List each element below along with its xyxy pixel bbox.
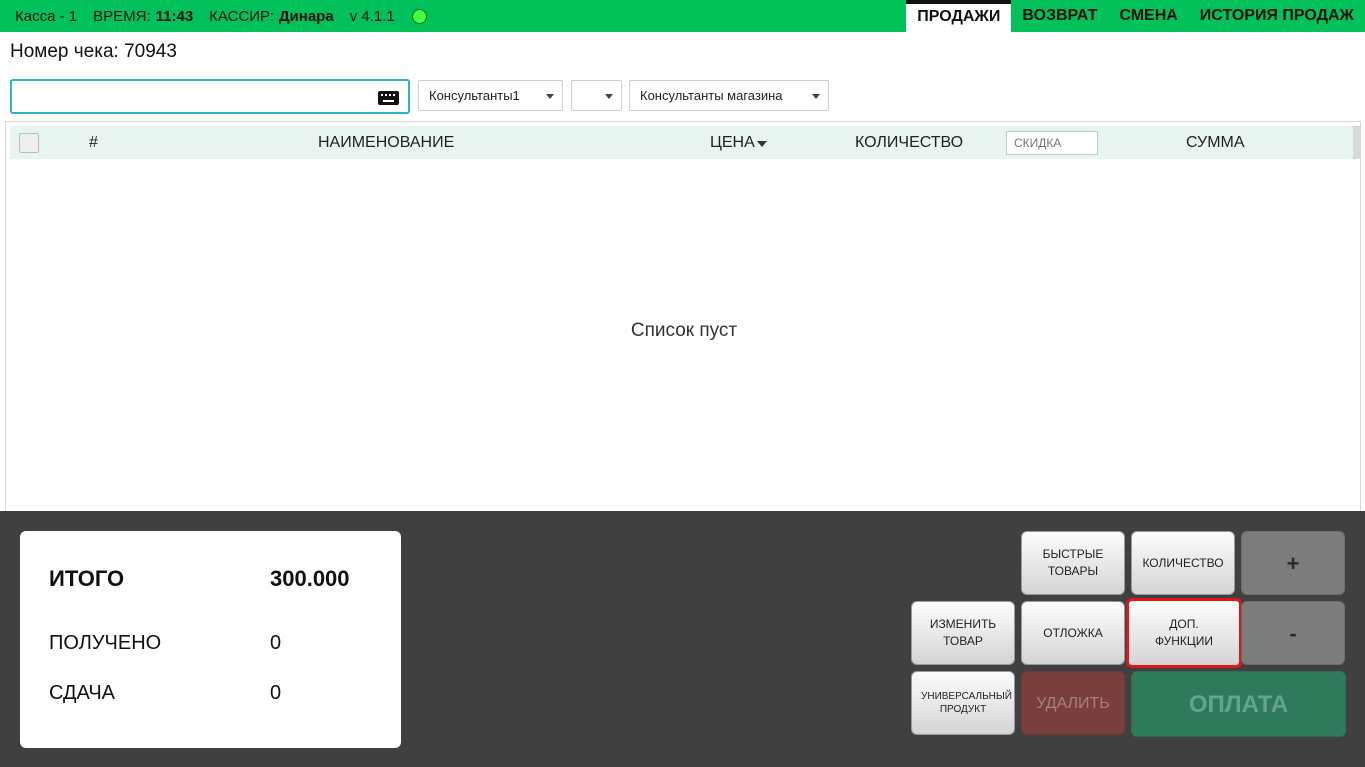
col-sum[interactable]: СУММА [1186,126,1245,159]
cashier-name: Динара [278,7,334,25]
plus-button[interactable]: + [1241,531,1345,595]
minus-button[interactable]: - [1241,601,1345,665]
quick-products-label: БЫСТРЫЕ ТОВАРЫ [1042,547,1104,578]
quick-products-button[interactable]: БЫСТРЫЕ ТОВАРЫ [1021,531,1125,595]
secondary-select[interactable] [571,80,622,111]
sort-down-icon [756,140,767,147]
col-quantity[interactable]: КОЛИЧЕСТВО [855,126,963,159]
table-header: # НАИМЕНОВАНИЕ ЦЕНА КОЛИЧЕСТВО СУММА [10,126,1353,159]
bottom-panel: ИТОГО 300.000 ПОЛУЧЕНО 0 СДАЧА 0 БЫСТРЫЕ… [0,511,1365,767]
store-consultants-select[interactable]: Консультанты магазина [629,80,829,111]
top-bar: Касса - 1 ВРЕМЯ: 11:43 КАССИР: Динара v … [0,0,1365,32]
received-row: ПОЛУЧЕНО 0 [49,632,369,655]
scrollbar[interactable] [1353,126,1360,159]
pay-label: ОПЛАТА [1188,690,1289,718]
quantity-button[interactable]: КОЛИЧЕСТВО [1131,531,1235,595]
defer-label: ОТЛОЖКА [1043,625,1103,640]
extra-functions-button[interactable]: ДОП. ФУНКЦИИ [1126,598,1242,668]
col-name[interactable]: НАИМЕНОВАНИЕ [318,126,454,159]
total-row: ИТОГО 300.000 [49,566,369,592]
extra-functions-label: ДОП. ФУНКЦИИ [1155,617,1213,648]
total-label: ИТОГО [49,566,125,591]
chevron-down-icon [605,94,613,99]
consultant-select-value: Консультанты1 [429,88,520,103]
version-label: v 4.1.1 [349,7,395,25]
col-price[interactable]: ЦЕНА [710,126,767,159]
col-price-label: ЦЕНА [710,133,755,151]
edit-product-button[interactable]: ИЗМЕНИТЬ ТОВАР [911,601,1015,665]
tab-shift[interactable]: СМЕНА [1108,0,1188,32]
tab-sales-history[interactable]: ИСТОРИЯ ПРОДАЖ [1189,0,1365,32]
discount-input[interactable] [1006,131,1098,155]
store-consultants-select-value: Консультанты магазина [640,88,783,103]
register-label: Касса - 1 [15,7,78,25]
tab-return[interactable]: ВОЗВРАТ [1011,0,1108,32]
delete-button[interactable]: УДАЛИТЬ [1021,671,1125,735]
change-label: СДАЧА [49,682,115,704]
quantity-label: КОЛИЧЕСТВО [1142,555,1224,570]
universal-product-button[interactable]: УНИВЕРСАЛЬНЫЙ ПРОДУКТ [911,671,1015,735]
receipt-number: Номер чека: 70943 [10,41,177,62]
delete-label: УДАЛИТЬ [1036,694,1110,712]
defer-button[interactable]: ОТЛОЖКА [1021,601,1125,665]
keyboard-icon[interactable] [378,91,399,105]
tab-sales[interactable]: ПРОДАЖИ [906,0,1012,32]
pay-button[interactable]: ОПЛАТА [1131,671,1346,737]
search-input[interactable] [15,84,370,109]
universal-product-label: УНИВЕРСАЛЬНЫЙ ПРОДУКТ [921,691,1012,715]
main-tabs: ПРОДАЖИ ВОЗВРАТ СМЕНА ИСТОРИЯ ПРОДАЖ [906,0,1365,32]
select-all-checkbox[interactable] [19,133,39,153]
minus-label: - [1289,620,1297,646]
change-row: СДАЧА 0 [49,682,369,705]
total-value: 300.000 [270,566,350,591]
received-label: ПОЛУЧЕНО [49,632,162,654]
connection-status-icon [411,8,427,24]
cashier-label: КАССИР: [209,7,274,25]
product-search[interactable] [10,79,410,114]
chevron-down-icon [546,94,554,99]
plus-label: + [1286,550,1300,576]
change-value: 0 [270,682,282,704]
chevron-down-icon [812,94,820,99]
col-number: # [89,133,98,151]
time-label: ВРЕМЯ: [93,7,151,25]
cart-table: # НАИМЕНОВАНИЕ ЦЕНА КОЛИЧЕСТВО СУММА Спи… [5,121,1361,513]
empty-list-message: Список пуст [630,320,738,341]
time-value: 11:43 [155,7,194,25]
session-info: Касса - 1 ВРЕМЯ: 11:43 КАССИР: Динара v … [0,8,427,25]
received-value: 0 [270,632,282,654]
edit-product-label: ИЗМЕНИТЬ ТОВАР [929,617,997,648]
totals-card: ИТОГО 300.000 ПОЛУЧЕНО 0 СДАЧА 0 [20,531,401,748]
consultant-select[interactable]: Консультанты1 [418,80,563,111]
